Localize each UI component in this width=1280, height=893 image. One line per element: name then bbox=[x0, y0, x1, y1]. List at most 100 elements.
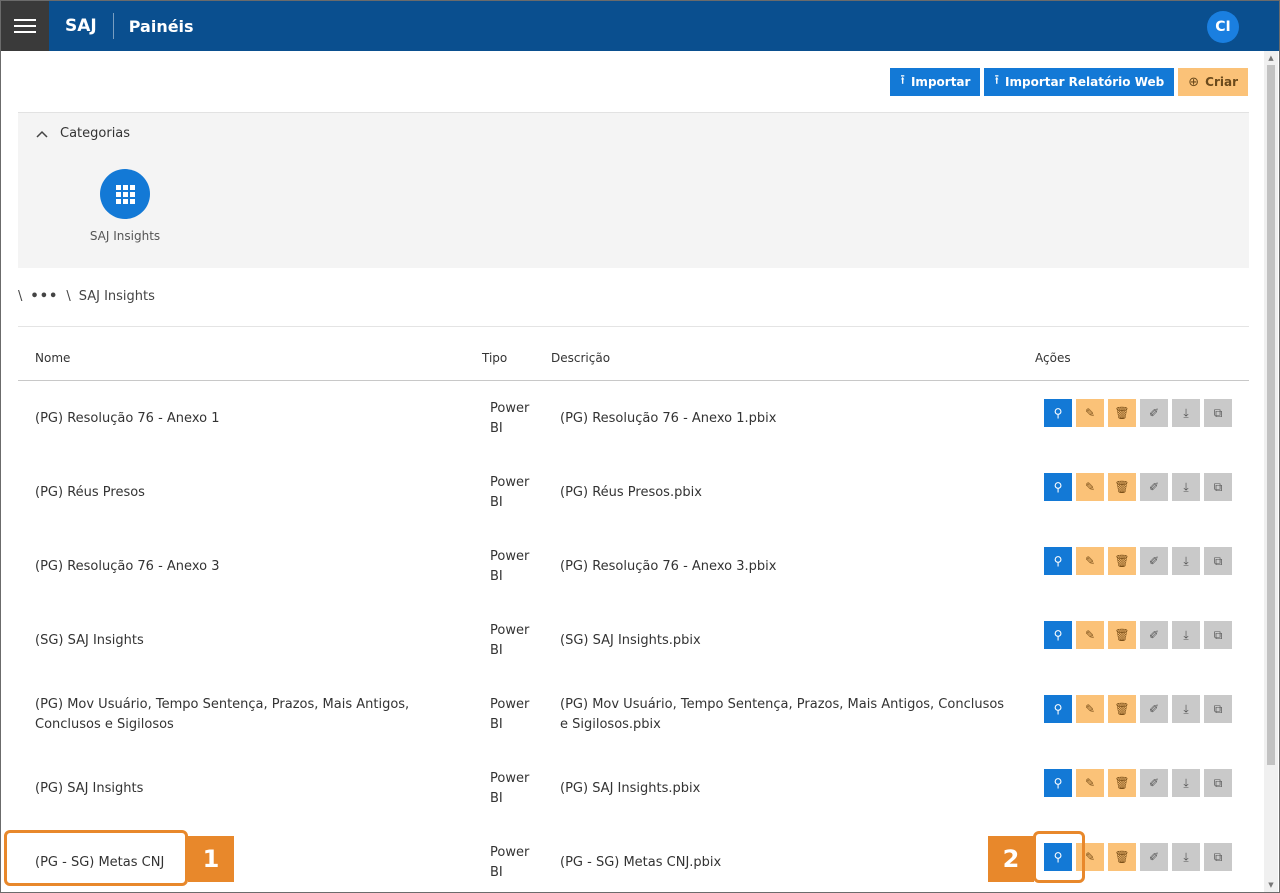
menu-icon[interactable] bbox=[1, 1, 49, 51]
download-icon: ⤓ bbox=[1183, 479, 1189, 494]
pencil-icon: ✎ bbox=[1084, 628, 1096, 642]
delete-button[interactable]: 🗑 bbox=[1108, 547, 1136, 575]
trash-icon: 🗑 bbox=[1114, 628, 1130, 642]
copy-icon: ⧉ bbox=[1213, 479, 1223, 494]
edit-details-button[interactable]: ✐ bbox=[1140, 769, 1168, 797]
delete-button[interactable]: 🗑 bbox=[1108, 695, 1136, 723]
apps-grid-icon bbox=[115, 184, 135, 204]
copy-button[interactable]: ⧉ bbox=[1204, 621, 1232, 649]
search-icon: ⚲ bbox=[1053, 554, 1063, 568]
download-icon: ⤓ bbox=[1183, 775, 1189, 790]
edit-button[interactable]: ✎ bbox=[1076, 473, 1104, 501]
edit-document-icon: ✐ bbox=[1148, 554, 1160, 568]
page-title: Painéis bbox=[128, 16, 194, 36]
category-saj-insights[interactable]: SAJ Insights bbox=[88, 169, 162, 243]
trash-icon: 🗑 bbox=[1114, 776, 1130, 790]
upload-icon: ⭱ bbox=[900, 73, 905, 88]
scroll-down-icon[interactable]: ▼ bbox=[1264, 878, 1278, 892]
row-tipo: Power BI bbox=[490, 771, 530, 806]
create-button[interactable]: ⊕ Criar bbox=[1178, 68, 1248, 96]
copy-button[interactable]: ⧉ bbox=[1204, 473, 1232, 501]
copy-button[interactable]: ⧉ bbox=[1204, 695, 1232, 723]
copy-button[interactable]: ⧉ bbox=[1204, 399, 1232, 427]
row-name[interactable]: (PG) Resolução 76 - Anexo 3 bbox=[35, 557, 475, 577]
divider bbox=[18, 326, 1249, 327]
row-tipo: Power BI bbox=[490, 845, 530, 880]
view-button[interactable]: ⚲ bbox=[1044, 399, 1072, 427]
toolbar: ⭱ Importar ⭱ Importar Relatório Web ⊕ Cr… bbox=[890, 68, 1248, 96]
vertical-scrollbar[interactable]: ▲ ▼ bbox=[1264, 51, 1278, 892]
download-button[interactable]: ⤓ bbox=[1172, 769, 1200, 797]
edit-button[interactable]: ✎ bbox=[1076, 399, 1104, 427]
download-button[interactable]: ⤓ bbox=[1172, 473, 1200, 501]
edit-details-button[interactable]: ✐ bbox=[1140, 843, 1168, 871]
row-name[interactable]: (PG) Mov Usuário, Tempo Sentença, Prazos… bbox=[35, 695, 475, 735]
edit-details-button[interactable]: ✐ bbox=[1140, 547, 1168, 575]
column-header-tipo[interactable]: Tipo bbox=[482, 351, 507, 365]
row-name[interactable]: (PG) Resolução 76 - Anexo 1 bbox=[35, 409, 475, 429]
categories-title: Categorias bbox=[60, 126, 131, 141]
edit-details-button[interactable]: ✐ bbox=[1140, 473, 1168, 501]
row-description: (PG) Mov Usuário, Tempo Sentença, Prazos… bbox=[560, 697, 1005, 732]
breadcrumb-separator: \ bbox=[66, 289, 71, 304]
column-header-descricao[interactable]: Descrição bbox=[551, 351, 610, 365]
search-icon: ⚲ bbox=[1053, 628, 1063, 642]
column-header-name[interactable]: Nome bbox=[35, 351, 70, 365]
view-button[interactable]: ⚲ bbox=[1044, 473, 1072, 501]
row-name[interactable]: (PG) Réus Presos bbox=[35, 483, 475, 503]
row-description: (PG) Resolução 76 - Anexo 1.pbix bbox=[560, 411, 777, 426]
search-icon: ⚲ bbox=[1053, 480, 1063, 494]
plus-circle-icon: ⊕ bbox=[1188, 74, 1200, 90]
view-button[interactable]: ⚲ bbox=[1044, 621, 1072, 649]
table-row: (PG) Mov Usuário, Tempo Sentença, Prazos… bbox=[18, 678, 1249, 752]
search-icon: ⚲ bbox=[1053, 776, 1063, 790]
row-actions: ⚲ ✎ 🗑 ✐ ⤓ ⧉ bbox=[1044, 695, 1232, 723]
edit-details-button[interactable]: ✐ bbox=[1140, 621, 1168, 649]
download-icon: ⤓ bbox=[1183, 849, 1189, 864]
download-button[interactable]: ⤓ bbox=[1172, 621, 1200, 649]
view-button[interactable]: ⚲ bbox=[1044, 547, 1072, 575]
delete-button[interactable]: 🗑 bbox=[1108, 399, 1136, 427]
row-actions: ⚲ ✎ 🗑 ✐ ⤓ ⧉ bbox=[1044, 473, 1232, 501]
download-button[interactable]: ⤓ bbox=[1172, 843, 1200, 871]
callout-number-2: 2 bbox=[988, 836, 1034, 882]
delete-button[interactable]: 🗑 bbox=[1108, 473, 1136, 501]
search-icon: ⚲ bbox=[1053, 702, 1063, 716]
edit-button[interactable]: ✎ bbox=[1076, 547, 1104, 575]
breadcrumb-ellipsis[interactable]: ••• bbox=[30, 289, 58, 304]
create-button-label: Criar bbox=[1205, 75, 1238, 89]
edit-document-icon: ✐ bbox=[1148, 480, 1160, 494]
delete-button[interactable]: 🗑 bbox=[1108, 769, 1136, 797]
brand-separator bbox=[112, 13, 114, 39]
edit-button[interactable]: ✎ bbox=[1076, 769, 1104, 797]
row-name[interactable]: (SG) SAJ Insights bbox=[35, 631, 475, 651]
edit-details-button[interactable]: ✐ bbox=[1140, 695, 1168, 723]
delete-button[interactable]: 🗑 bbox=[1108, 621, 1136, 649]
download-button[interactable]: ⤓ bbox=[1172, 399, 1200, 427]
edit-details-button[interactable]: ✐ bbox=[1140, 399, 1168, 427]
scroll-up-icon[interactable]: ▲ bbox=[1264, 51, 1278, 65]
copy-button[interactable]: ⧉ bbox=[1204, 547, 1232, 575]
edit-button[interactable]: ✎ bbox=[1076, 695, 1104, 723]
download-button[interactable]: ⤓ bbox=[1172, 547, 1200, 575]
pencil-icon: ✎ bbox=[1084, 406, 1096, 420]
import-button[interactable]: ⭱ Importar bbox=[890, 68, 981, 96]
scroll-thumb[interactable] bbox=[1267, 65, 1275, 765]
edit-button[interactable]: ✎ bbox=[1076, 621, 1104, 649]
delete-button[interactable]: 🗑 bbox=[1108, 843, 1136, 871]
copy-icon: ⧉ bbox=[1213, 701, 1223, 716]
row-name[interactable]: (PG) SAJ Insights bbox=[35, 779, 475, 799]
copy-button[interactable]: ⧉ bbox=[1204, 769, 1232, 797]
row-description: (PG) Réus Presos.pbix bbox=[560, 485, 702, 500]
categories-toggle[interactable]: Categorias bbox=[36, 126, 130, 141]
view-button[interactable]: ⚲ bbox=[1044, 695, 1072, 723]
download-icon: ⤓ bbox=[1183, 553, 1189, 568]
import-web-report-button[interactable]: ⭱ Importar Relatório Web bbox=[984, 68, 1175, 96]
view-button[interactable]: ⚲ bbox=[1044, 769, 1072, 797]
download-button[interactable]: ⤓ bbox=[1172, 695, 1200, 723]
row-tipo: Power BI bbox=[490, 623, 530, 658]
copy-button[interactable]: ⧉ bbox=[1204, 843, 1232, 871]
row-description: (PG) SAJ Insights.pbix bbox=[560, 781, 701, 796]
user-avatar[interactable]: CI bbox=[1207, 11, 1239, 43]
brand-logo[interactable]: SAJ bbox=[65, 16, 97, 36]
